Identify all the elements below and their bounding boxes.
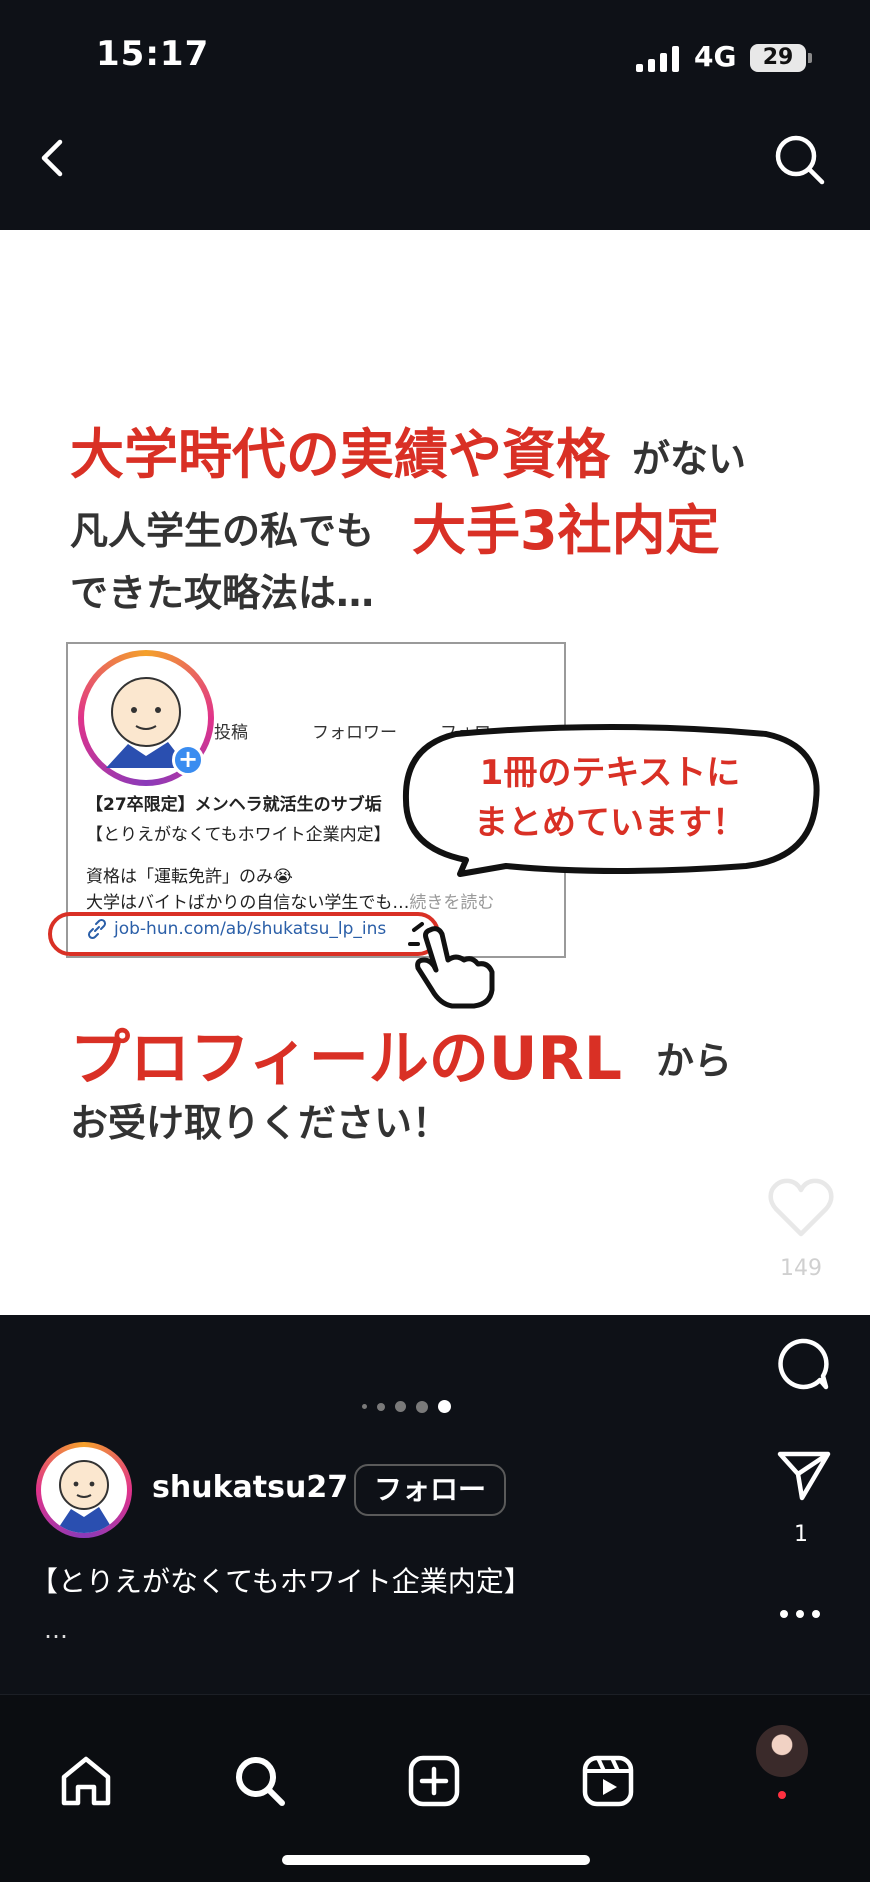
nav-home[interactable] bbox=[56, 1751, 116, 1811]
notification-dot bbox=[778, 1791, 786, 1799]
bubble-line-2: まとめています！ bbox=[474, 803, 746, 843]
cartoon-face-icon bbox=[55, 1460, 115, 1533]
back-button[interactable] bbox=[30, 128, 80, 188]
chevron-left-icon bbox=[41, 139, 63, 177]
carousel-dot bbox=[395, 1401, 406, 1412]
headline-line2-prefix: 凡人学生の私でも bbox=[70, 509, 375, 553]
send-icon bbox=[777, 1451, 831, 1501]
author-username[interactable]: shukatsu27 bbox=[152, 1470, 348, 1505]
search-button[interactable] bbox=[770, 130, 830, 190]
stat-followers: フォロワー bbox=[312, 723, 397, 743]
bio-line: 【とりえがなくてもホワイト企業内定】 bbox=[86, 825, 391, 845]
headline-line1-highlight: 大学時代の実績や資格 bbox=[70, 423, 610, 486]
battery-icon bbox=[808, 53, 812, 63]
comment-icon bbox=[778, 1338, 829, 1390]
caption-more[interactable]: … bbox=[44, 1616, 68, 1644]
status-bar: 15:17 4G 29 bbox=[0, 0, 870, 110]
like-button[interactable] bbox=[766, 1176, 836, 1240]
pointing-hand-icon bbox=[408, 922, 495, 1009]
status-time: 15:17 bbox=[96, 34, 210, 74]
cta-highlight: プロフィールのURL bbox=[70, 1024, 622, 1094]
nav-create[interactable] bbox=[404, 1751, 464, 1811]
bottom-navigation bbox=[0, 1694, 870, 1882]
headline-line3: できた攻略法は… bbox=[70, 571, 375, 615]
add-story-icon: + bbox=[172, 744, 204, 776]
bio-line: 資格は「運転免許」のみ😭 bbox=[86, 867, 293, 887]
headline-line2-highlight: 大手3社内定 bbox=[412, 499, 720, 562]
dot bbox=[812, 1610, 820, 1618]
carousel-dot bbox=[416, 1400, 428, 1413]
carousel-dot bbox=[377, 1402, 385, 1411]
read-more-link: 続きを読む bbox=[409, 893, 495, 913]
heart-icon bbox=[768, 1178, 834, 1237]
post-image[interactable]: 大学時代の実績や資格 がない 凡人学生の私でも 大手3社内定 できた攻略法は… … bbox=[0, 230, 870, 1315]
bubble-line-1: 1冊のテキストに bbox=[479, 753, 741, 793]
plus-square-icon bbox=[408, 1755, 460, 1807]
home-indicator bbox=[282, 1855, 590, 1865]
author-avatar[interactable] bbox=[36, 1442, 132, 1538]
bubble-text: 1冊のテキストに まとめています！ bbox=[430, 748, 790, 848]
reels-icon bbox=[582, 1755, 634, 1807]
network-type: 4G bbox=[694, 40, 737, 73]
comment-button[interactable] bbox=[774, 1336, 830, 1392]
share-button[interactable] bbox=[776, 1448, 832, 1502]
bio-line: 大学はバイトばかりの自信ない学生でも…続きを読む bbox=[86, 888, 494, 913]
dot bbox=[780, 1610, 788, 1618]
cta-line2: お受け取りください！ bbox=[70, 1101, 451, 1145]
nav-search[interactable] bbox=[230, 1751, 290, 1811]
bio-line-text: 大学はバイトばかりの自信ない学生でも… bbox=[86, 893, 410, 913]
home-icon bbox=[61, 1756, 111, 1806]
link-highlight-ring bbox=[48, 912, 440, 956]
carousel-indicator bbox=[362, 1400, 451, 1413]
cellular-signal-icon bbox=[636, 46, 679, 72]
bio-line: 【27卒限定】メンヘラ就活生のサブ垢 bbox=[86, 795, 382, 815]
nav-reels[interactable] bbox=[578, 1751, 638, 1811]
more-options-button[interactable] bbox=[780, 1610, 824, 1618]
stat-posts: 投稿 bbox=[214, 723, 248, 743]
cta-suffix: から bbox=[656, 1039, 733, 1083]
nav-profile-avatar[interactable] bbox=[756, 1725, 808, 1777]
follow-button[interactable]: フォロー bbox=[354, 1464, 506, 1516]
search-icon bbox=[775, 135, 825, 185]
headline-line1-suffix: がない bbox=[632, 437, 747, 481]
carousel-dot bbox=[362, 1404, 367, 1409]
search-icon bbox=[236, 1757, 285, 1806]
battery-level: 29 bbox=[750, 44, 806, 72]
dot bbox=[796, 1610, 804, 1618]
post-caption[interactable]: 【とりえがなくてもホワイト企業内定】 bbox=[30, 1560, 532, 1600]
share-count: 1 bbox=[794, 1522, 808, 1547]
like-count: 149 bbox=[780, 1256, 822, 1281]
carousel-dot-active bbox=[438, 1400, 451, 1413]
